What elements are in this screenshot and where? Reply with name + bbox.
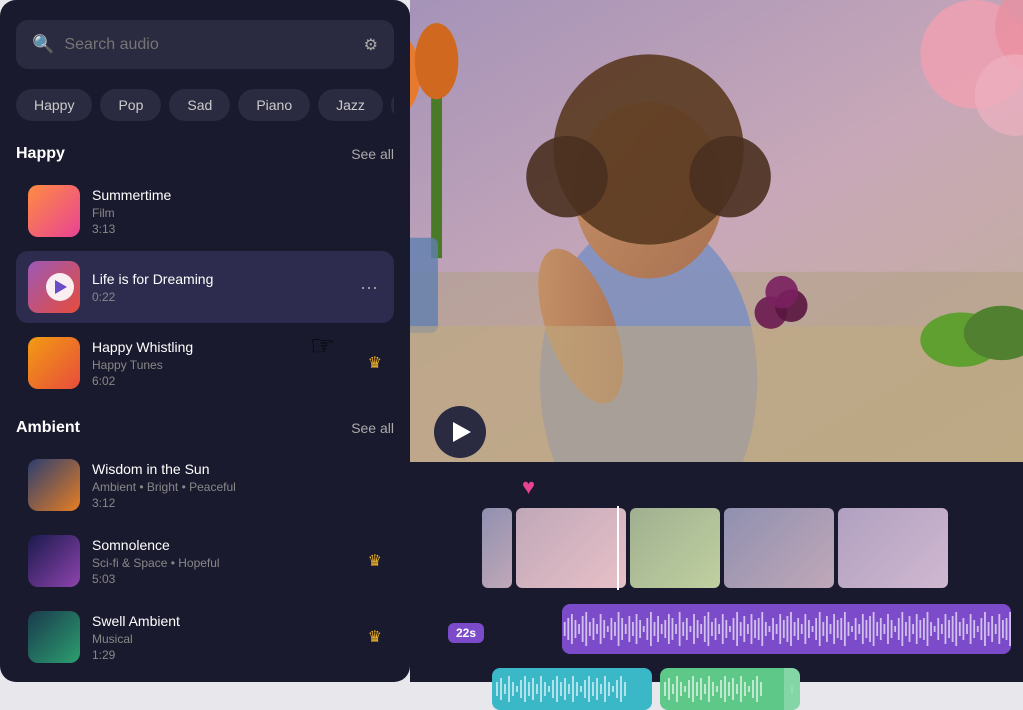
main-image [410,0,1023,462]
track-wisdom[interactable]: Wisdom in the Sun Ambient • Bright • Pea… [16,449,394,521]
track-meta-wisdom: Ambient • Bright • Peaceful [92,480,382,494]
tag-piano[interactable]: Piano [238,89,310,121]
track-duration-dreaming: 0:22 [92,290,344,304]
playhead [617,506,619,590]
timeline-area: ♥ 22s [410,462,1023,682]
main-photo-svg [410,0,1023,462]
ambient-section: Ambient See all Wisdom in the Sun Ambien… [16,419,394,673]
thumb-strip-item-1 [482,508,512,588]
track-actions-dreaming: ··· [356,273,382,302]
track-info-somnolence: Somnolence Sci-fi & Space • Hopeful 5:03 [92,537,356,586]
track-info-swell: Swell Ambient Musical 1:29 [92,613,356,662]
track-meta-swell: Musical [92,632,356,646]
play-button[interactable] [434,406,486,458]
waveform-track-green[interactable]: ⋮ [660,668,800,710]
happy-section-header: Happy See all [16,145,394,163]
track-name-whistling: Happy Whistling [92,339,356,355]
tag-pop[interactable]: Pop [100,89,161,121]
more-button-dreaming[interactable]: ··· [356,273,382,302]
controls-row: ♥ [422,470,1011,508]
play-overlay-dreaming [34,261,80,313]
play-circle [46,273,74,301]
track-name-wisdom: Wisdom in the Sun [92,461,382,477]
track-summertime[interactable]: Summertime Film 3:13 [16,175,394,247]
thumb-strip-item-5 [838,508,948,588]
happy-section: Happy See all Summertime Film 3:13 [16,145,394,399]
waveform-track-purple[interactable]: // Generate bars via SVG rects inline [562,604,1011,654]
tag-sad[interactable]: Sad [169,89,230,121]
happy-section-title: Happy [16,145,65,163]
track-meta-somnolence: Sci-fi & Space • Hopeful [92,556,356,570]
crown-icon-swell: ♛ [368,627,382,647]
track-thumb-summertime [28,185,80,237]
track-dreaming[interactable]: Life is for Dreaming 0:22 ··· [16,251,394,323]
track-duration-summertime: 3:13 [92,222,382,236]
track-thumb-dreaming [28,261,80,313]
track-thumb-somnolence [28,535,80,587]
track-thumb-swell [28,611,80,663]
handle-dots: ⋮ [788,685,796,694]
track-actions-whistling: ♛ [368,353,382,373]
thumb-strip-item-4 [724,508,834,588]
thumbnail-strip [482,508,1011,588]
track-name-summertime: Summertime [92,187,382,203]
crown-icon-somnolence: ♛ [368,551,382,571]
track-info-whistling: Happy Whistling Happy Tunes 6:02 [92,339,356,388]
track-info-dreaming: Life is for Dreaming 0:22 [92,271,344,304]
waveform-svg-purple: // Generate bars via SVG rects inline [562,604,1011,654]
audio-panel: 🔍 ⚙ Happy Pop Sad Piano Jazz Bi+ Happy S… [0,0,410,682]
track-name-swell: Swell Ambient [92,613,356,629]
track-meta-whistling: Happy Tunes [92,358,356,372]
track-duration-whistling: 6:02 [92,374,356,388]
search-icon: 🔍 [32,34,54,55]
track-meta-summertime: Film [92,206,382,220]
ambient-section-title: Ambient [16,419,80,437]
tag-more[interactable]: Bi+ [391,89,394,121]
track-actions-swell: ♛ [368,627,382,647]
thumb-strip-item-3 [630,508,720,588]
track-info-summertime: Summertime Film 3:13 [92,187,382,236]
play-triangle-icon [55,280,67,294]
search-bar: 🔍 ⚙ [16,20,394,69]
time-badge: 22s [448,623,484,643]
track-whistling[interactable]: Happy Whistling Happy Tunes 6:02 ♛ [16,327,394,399]
waveform-svg-green [660,668,774,710]
search-input[interactable] [64,36,353,54]
track-thumb-wisdom [28,459,80,511]
track-thumb-whistling [28,337,80,389]
image-placeholder [410,0,1023,462]
bottom-tracks: ⋮ [492,668,1011,710]
track-duration-wisdom: 3:12 [92,496,382,510]
right-panel: ♥ 22s [410,0,1023,682]
tag-happy[interactable]: Happy [16,89,92,121]
track-somnolence[interactable]: Somnolence Sci-fi & Space • Hopeful 5:03… [16,525,394,597]
track-actions-somnolence: ♛ [368,551,382,571]
heart-icon[interactable]: ♥ [522,474,535,500]
waveform-svg-cyan [492,668,632,710]
filter-button[interactable]: ⚙ [364,35,378,55]
tag-jazz[interactable]: Jazz [318,89,383,121]
ambient-section-header: Ambient See all [16,419,394,437]
track-end-handle[interactable]: ⋮ [784,668,800,710]
track-name-somnolence: Somnolence [92,537,356,553]
ambient-see-all[interactable]: See all [351,420,394,436]
track-duration-swell: 1:29 [92,648,356,662]
thumb-strip-item-2 [516,508,626,588]
crown-icon-whistling: ♛ [368,353,382,373]
happy-see-all[interactable]: See all [351,146,394,162]
track-duration-somnolence: 5:03 [92,572,356,586]
track-swell[interactable]: Swell Ambient Musical 1:29 ♛ [16,601,394,673]
waveform-track-cyan[interactable] [492,668,652,710]
tags-row: Happy Pop Sad Piano Jazz Bi+ [16,89,394,121]
track-info-wisdom: Wisdom in the Sun Ambient • Bright • Pea… [92,461,382,510]
track-name-dreaming: Life is for Dreaming [92,271,344,287]
play-triangle-large [453,422,471,442]
